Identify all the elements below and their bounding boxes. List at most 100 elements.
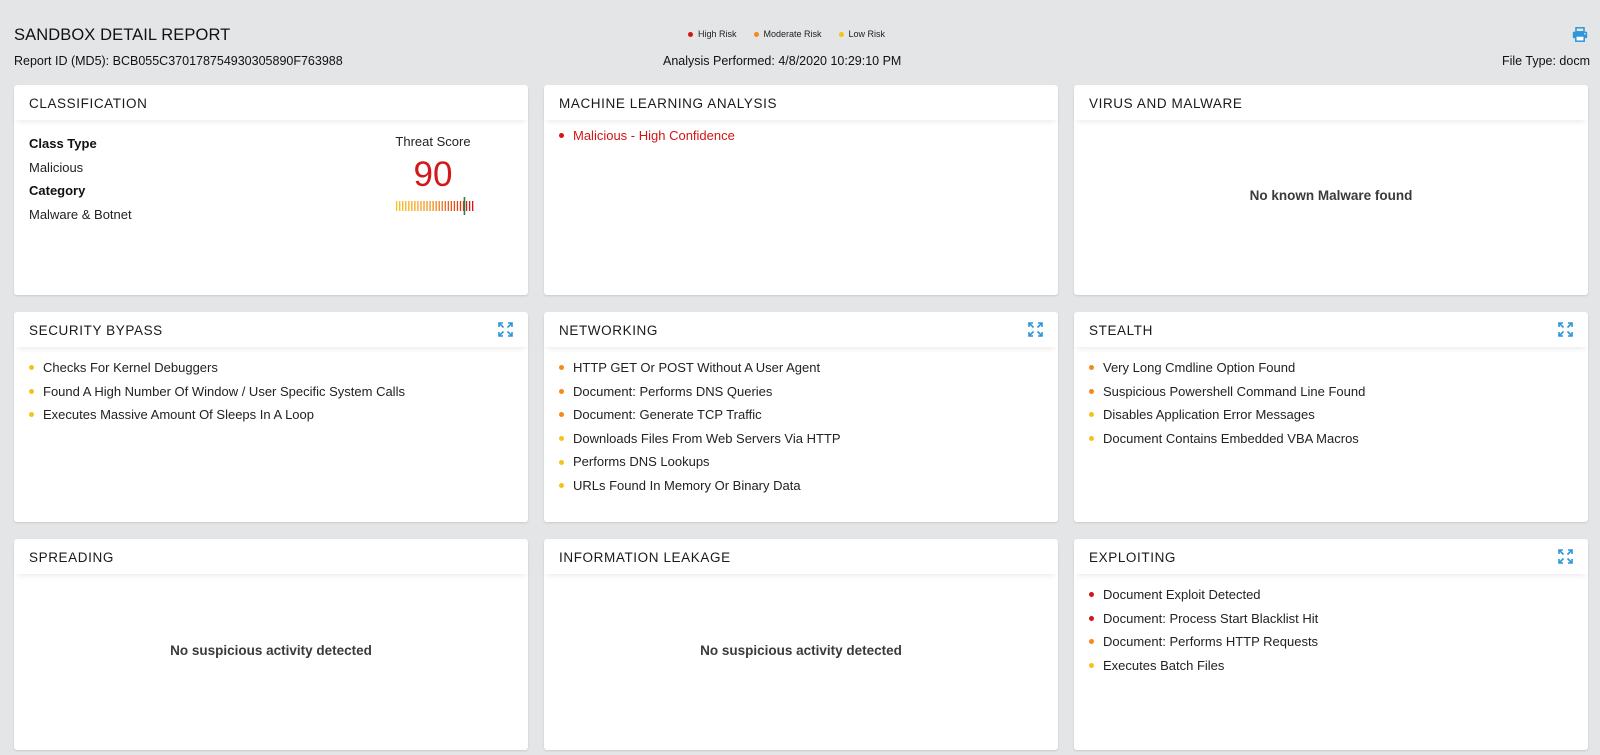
list-item: Document: Generate TCP Traffic [559, 403, 1043, 427]
gauge-tick [432, 201, 434, 211]
list-item: Document: Process Start Blacklist Hit [1089, 607, 1573, 631]
list-item: URLs Found In Memory Or Binary Data [559, 474, 1043, 498]
panel-header: EXPLOITING [1074, 539, 1588, 574]
item-text: Suspicious Powershell Command Line Found [1103, 383, 1366, 399]
threat-score-gauge [396, 197, 474, 215]
item-text: Checks For Kernel Debuggers [43, 360, 218, 375]
panel-body: Checks For Kernel Debuggers Found A High… [14, 347, 528, 427]
expand-icon[interactable] [498, 322, 513, 337]
gauge-tick [453, 201, 456, 211]
gauge-tick [465, 201, 468, 211]
list-item: Checks For Kernel Debuggers [29, 356, 513, 380]
gauge-tick [417, 201, 419, 211]
low-risk-dot-icon [29, 388, 34, 394]
gauge-tick [472, 201, 474, 211]
item-text: Found A High Number Of Window / User Spe… [43, 383, 405, 399]
item-text: Document: Generate TCP Traffic [573, 407, 762, 423]
gauge-tick [468, 201, 471, 211]
classification-details: Class Type Malicious Category Malware & … [29, 132, 132, 226]
report-header: SANDBOX DETAIL REPORT High Risk Moderate… [0, 0, 1600, 84]
gauge-tick [441, 201, 443, 211]
stealth-panel: STEALTH Very Long Cmdline Option Found S… [1074, 312, 1588, 522]
gauge-marker [463, 197, 466, 215]
threat-score-value: 90 [413, 155, 453, 194]
stealth-list: Very Long Cmdline Option Found Suspiciou… [1089, 356, 1573, 450]
list-item: Downloads Files From Web Servers Via HTT… [559, 427, 1043, 451]
gauge-tick [435, 201, 437, 211]
list-item: Document Contains Embedded VBA Macros [1089, 427, 1573, 451]
legend-label: Moderate Risk [763, 29, 822, 39]
gauge-tick [459, 201, 462, 211]
moderate-risk-dot-icon [1089, 639, 1094, 645]
item-text: Disables Application Error Messages [1103, 407, 1315, 423]
expand-icon[interactable] [1558, 322, 1573, 337]
ml-list: Malicious - High Confidence [559, 124, 1043, 148]
class-type-value: Malicious [29, 159, 84, 175]
analysis-performed: Analysis Performed: 4/8/2020 10:29:10 PM [663, 54, 902, 68]
classification-panel: CLASSIFICATION Class Type Malicious Cate… [14, 85, 528, 295]
list-item: Document: Performs HTTP Requests [1089, 630, 1573, 654]
panel-title: SECURITY BYPASS [29, 323, 163, 338]
panel-header: SECURITY BYPASS [14, 312, 528, 347]
gauge-tick [438, 201, 440, 211]
gauge-tick [420, 201, 422, 211]
panel-body: Document Exploit Detected Document: Proc… [1074, 574, 1588, 677]
legend-high: High Risk [688, 29, 737, 39]
list-item: Executes Massive Amount Of Sleeps In A L… [29, 403, 513, 427]
moderate-risk-dot-icon [559, 365, 564, 371]
gauge-tick [444, 201, 446, 211]
threat-score-label: Threat Score [395, 134, 471, 149]
gauge-tick [399, 201, 401, 211]
list-item: Found A High Number Of Window / User Spe… [29, 380, 513, 404]
gauge-tick [396, 201, 398, 211]
panel-header: INFORMATION LEAKAGE [544, 539, 1058, 574]
information-leakage-panel: INFORMATION LEAKAGE No suspicious activi… [544, 539, 1058, 750]
item-text: Document: Process Start Blacklist Hit [1103, 610, 1319, 626]
panel-title: VIRUS AND MALWARE [1089, 96, 1243, 111]
low-risk-dot-icon [29, 365, 34, 371]
report-id: Report ID (MD5): BCB055C3701787549303058… [14, 54, 343, 68]
security-bypass-list: Checks For Kernel Debuggers Found A High… [29, 356, 513, 427]
list-item: Performs DNS Lookups [559, 450, 1043, 474]
spreading-panel: SPREADING No suspicious activity detecte… [14, 539, 528, 750]
class-type-label: Class Type [29, 136, 97, 151]
exploiting-list: Document Exploit Detected Document: Proc… [1089, 583, 1573, 677]
panel-header: VIRUS AND MALWARE [1074, 85, 1588, 120]
security-bypass-panel: SECURITY BYPASS Checks For Kernel Debugg… [14, 312, 528, 522]
legend-label: Low Risk [848, 29, 886, 39]
low-risk-dot-icon [1089, 436, 1094, 442]
moderate-risk-dot-icon [1089, 388, 1094, 394]
panel-title: STEALTH [1089, 323, 1153, 338]
low-risk-dot-icon [1089, 663, 1094, 669]
low-risk-dot-icon [1089, 412, 1094, 418]
panel-title: NETWORKING [559, 323, 658, 338]
panel-title: MACHINE LEARNING ANALYSIS [559, 96, 778, 111]
gauge-tick [426, 201, 428, 211]
panel-title: SPREADING [29, 550, 114, 565]
panel-header: CLASSIFICATION [14, 85, 528, 120]
item-text: URLs Found In Memory Or Binary Data [573, 477, 801, 493]
item-text: Document Exploit Detected [1103, 587, 1261, 602]
gauge-tick [456, 201, 459, 211]
gauge-tick [447, 201, 449, 211]
item-text: Executes Batch Files [1103, 657, 1225, 673]
moderate-risk-dot-icon [559, 388, 564, 394]
gauge-tick [450, 201, 453, 211]
legend-moderate: Moderate Risk [753, 29, 822, 39]
expand-icon[interactable] [1028, 322, 1043, 337]
expand-icon[interactable] [1558, 549, 1573, 564]
legend-low: Low Risk [838, 29, 886, 39]
high-risk-dot-icon [559, 133, 564, 139]
panel-body: Class Type Malicious Category Malware & … [14, 120, 528, 222]
item-text: Downloads Files From Web Servers Via HTT… [573, 430, 841, 446]
panel-header: SPREADING [14, 539, 528, 574]
panel-body: Very Long Cmdline Option Found Suspiciou… [1074, 347, 1588, 450]
empty-message: No suspicious activity detected [170, 643, 372, 658]
gauge-tick [429, 201, 431, 211]
printer-icon[interactable] [1572, 27, 1588, 42]
low-risk-dot-icon [559, 436, 564, 442]
gauge-tick [423, 201, 425, 211]
category-label: Category [29, 183, 86, 199]
item-text: Very Long Cmdline Option Found [1103, 360, 1296, 375]
legend-label: High Risk [698, 29, 737, 39]
